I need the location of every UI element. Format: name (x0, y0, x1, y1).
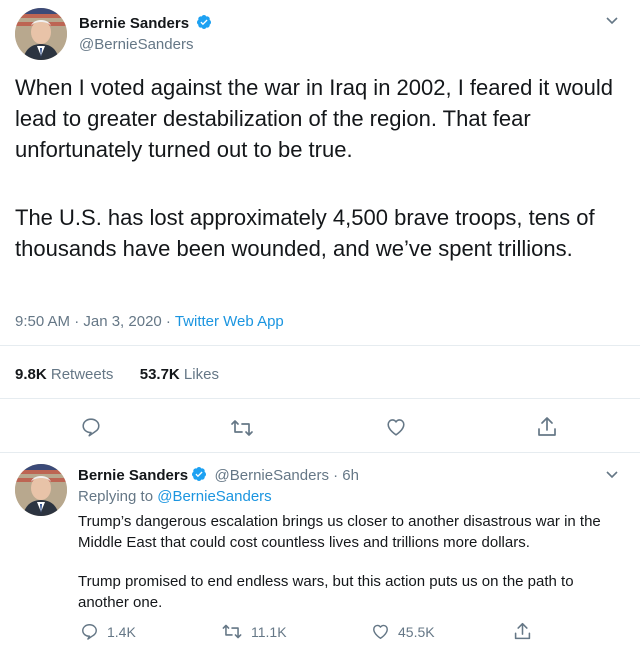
reply-retweet-button[interactable]: 11.1K (221, 622, 287, 641)
reply-author-name[interactable]: Bernie Sanders (78, 467, 188, 484)
reply-icon (80, 622, 99, 641)
reply-avatar[interactable] (15, 464, 67, 516)
like-icon (371, 622, 390, 641)
retweet-icon[interactable] (230, 417, 254, 439)
divider (0, 345, 640, 346)
replying-to-handle-link[interactable]: @BernieSanders (157, 488, 271, 505)
divider (0, 452, 640, 453)
reply-handle-time[interactable]: @BernieSanders · 6h (215, 467, 359, 484)
divider (0, 398, 640, 399)
avatar[interactable] (15, 8, 67, 60)
tweet-timestamp[interactable]: 9:50 AM · Jan 3, 2020 · (15, 313, 175, 330)
verified-badge-icon (192, 467, 207, 481)
chevron-down-icon[interactable] (604, 466, 620, 482)
verified-badge-icon (197, 15, 212, 29)
like-icon[interactable] (385, 416, 407, 438)
reply-like-button[interactable]: 45.5K (371, 622, 435, 641)
reply-text-paragraph-2: Trump promised to end endless wars, but … (78, 573, 574, 611)
reply-count: 1.4K (107, 623, 136, 640)
avatar-image (15, 8, 67, 60)
tweet-text-paragraph-1: When I voted against the war in Iraq in … (15, 75, 614, 162)
like-count: 45.5K (398, 623, 435, 640)
reply-reply-button[interactable]: 1.4K (80, 622, 136, 641)
reply-icon[interactable] (80, 416, 102, 438)
reply-header: Bernie Sanders @BernieSanders · 6h (78, 466, 359, 485)
author-name[interactable]: Bernie Sanders (79, 15, 189, 32)
retweet-icon (221, 622, 243, 641)
tweet-meta: 9:50 AM · Jan 3, 2020 · Twitter Web App (15, 313, 284, 330)
author-handle[interactable]: @BernieSanders (79, 36, 193, 53)
replying-to: Replying to @BernieSanders (78, 488, 272, 505)
retweets-stat[interactable]: 9.8K Retweets (15, 366, 113, 383)
share-icon[interactable] (513, 621, 532, 642)
tweet-source-link[interactable]: Twitter Web App (175, 313, 284, 330)
likes-stat[interactable]: 53.7K Likes (140, 366, 219, 383)
avatar-image (15, 464, 67, 516)
tweet-stats: 9.8K Retweets 53.7K Likes (15, 366, 219, 383)
tweet-text-paragraph-2: The U.S. has lost approximately 4,500 br… (15, 205, 595, 261)
reply-text-paragraph-1: Trump’s dangerous escalation brings us c… (78, 513, 601, 551)
share-icon[interactable] (536, 415, 558, 439)
chevron-down-icon[interactable] (604, 12, 620, 28)
retweet-count: 11.1K (251, 623, 287, 640)
